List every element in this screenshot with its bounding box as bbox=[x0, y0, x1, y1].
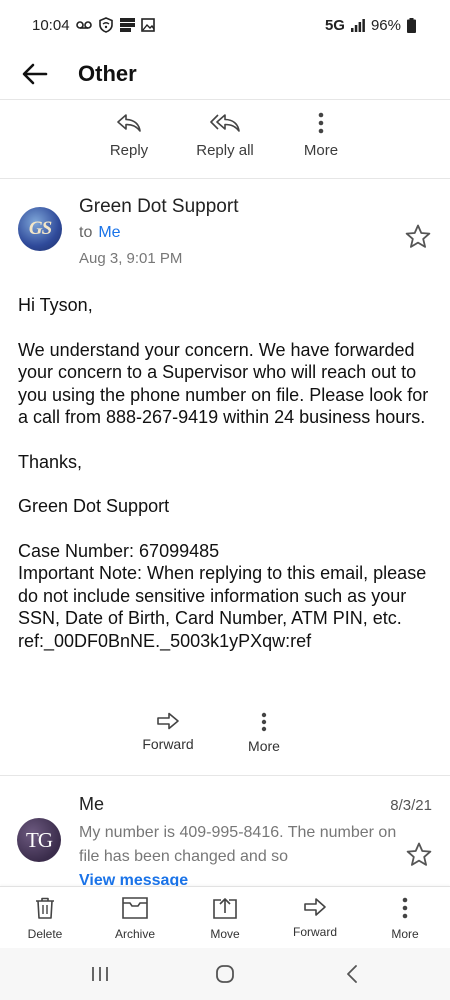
notes-icon bbox=[119, 18, 135, 32]
delete-button[interactable]: Delete bbox=[5, 897, 85, 941]
star-icon bbox=[406, 842, 432, 866]
forward-button[interactable]: Forward bbox=[128, 712, 208, 752]
reply-label: Reply bbox=[109, 142, 149, 159]
chevron-left-icon bbox=[347, 965, 357, 983]
sender-name: Me bbox=[79, 794, 105, 814]
star-button[interactable] bbox=[405, 224, 431, 254]
forward-label: Forward bbox=[292, 925, 337, 939]
bottom-toolbar: Delete Archive Move Forward More bbox=[0, 886, 450, 948]
delete-label: Delete bbox=[27, 927, 63, 941]
back-button[interactable] bbox=[0, 50, 70, 98]
reply-all-icon bbox=[210, 114, 240, 132]
voicemail-icon bbox=[75, 20, 92, 30]
trash-icon bbox=[36, 897, 54, 919]
more-label: More bbox=[391, 927, 419, 941]
avatar-initials: GS bbox=[28, 218, 52, 239]
forward-label: Forward bbox=[142, 736, 194, 752]
to-prefix: to bbox=[79, 224, 93, 241]
move-icon bbox=[213, 898, 237, 919]
toolbar-more-button[interactable]: More bbox=[365, 897, 445, 941]
signal-icon bbox=[350, 18, 365, 32]
sender-name: Green Dot Support bbox=[79, 196, 239, 217]
divider bbox=[0, 99, 450, 100]
avatar-initials: TG bbox=[26, 827, 53, 852]
signature: Green Dot Support bbox=[18, 496, 170, 516]
top-app-bar: Other bbox=[0, 50, 450, 98]
archive-button[interactable]: Archive bbox=[95, 897, 175, 941]
avatar: TG bbox=[17, 818, 61, 862]
message-date: Aug 3, 9:01 PM bbox=[79, 250, 183, 267]
status-left: 10:04 bbox=[32, 17, 155, 34]
arrow-left-icon bbox=[22, 63, 48, 85]
gallery-icon bbox=[140, 18, 155, 32]
home-icon bbox=[216, 965, 234, 983]
message-date: 8/3/21 bbox=[390, 797, 432, 814]
reply-all-button[interactable]: Reply all bbox=[180, 110, 270, 159]
archive-label: Archive bbox=[114, 927, 155, 941]
move-label: Move bbox=[210, 927, 240, 941]
toolbar-forward-button[interactable]: Forward bbox=[275, 897, 355, 939]
recipient-name: Me bbox=[98, 224, 121, 241]
message-snippet: My number is 409-995-8416. The number on… bbox=[79, 824, 397, 865]
shield-wifi-icon bbox=[98, 17, 114, 33]
forward-icon bbox=[157, 712, 179, 730]
status-bar: 10:04 5G 96% bbox=[0, 0, 450, 50]
more-button[interactable]: More bbox=[276, 110, 366, 159]
thread-action-row: Reply Reply all More bbox=[0, 110, 450, 170]
divider bbox=[0, 178, 450, 179]
reply-button[interactable]: Reply bbox=[84, 110, 174, 159]
star-icon bbox=[405, 224, 431, 248]
back-nav-button[interactable] bbox=[332, 960, 372, 988]
star-button[interactable] bbox=[406, 842, 432, 872]
clock: 10:04 bbox=[32, 16, 70, 34]
page-title: Other bbox=[78, 61, 137, 86]
more-vert-icon bbox=[318, 112, 324, 134]
forward-icon bbox=[304, 898, 326, 916]
reply-icon bbox=[117, 114, 141, 132]
recipient-line[interactable]: to Me bbox=[79, 224, 121, 242]
divider bbox=[0, 775, 450, 776]
sign-off: Thanks, bbox=[18, 451, 83, 472]
recents-button[interactable] bbox=[80, 960, 120, 988]
reference-id: ref:_00DF0BnNE._5003k1yPXqw:ref bbox=[18, 630, 312, 651]
move-button[interactable]: Move bbox=[185, 897, 265, 941]
message-body: Hi Tyson, We understand your concern. We… bbox=[18, 294, 438, 652]
message-more-button[interactable]: More bbox=[224, 712, 304, 754]
greeting: Hi Tyson, bbox=[18, 295, 93, 315]
case-number: Case Number: 67099485 bbox=[18, 540, 220, 561]
more-vert-icon bbox=[261, 712, 267, 732]
more-vert-icon bbox=[402, 897, 408, 919]
more-label: More bbox=[303, 142, 339, 159]
network-type: 5G bbox=[324, 16, 345, 34]
system-nav-bar bbox=[0, 948, 450, 1000]
home-button[interactable] bbox=[205, 960, 245, 988]
battery-percent: 96% bbox=[370, 16, 401, 34]
recents-icon bbox=[92, 967, 108, 981]
battery-icon bbox=[407, 17, 416, 33]
message-action-row: Forward More bbox=[0, 712, 450, 762]
status-right: 5G 96% bbox=[325, 17, 416, 34]
important-note: Important Note: When replying to this em… bbox=[18, 563, 427, 628]
avatar[interactable]: GS bbox=[18, 207, 62, 251]
reply-all-label: Reply all bbox=[196, 142, 254, 159]
more-label: More bbox=[248, 738, 280, 754]
body-paragraph: We understand your concern. We have forw… bbox=[18, 339, 429, 428]
archive-icon bbox=[122, 897, 148, 919]
